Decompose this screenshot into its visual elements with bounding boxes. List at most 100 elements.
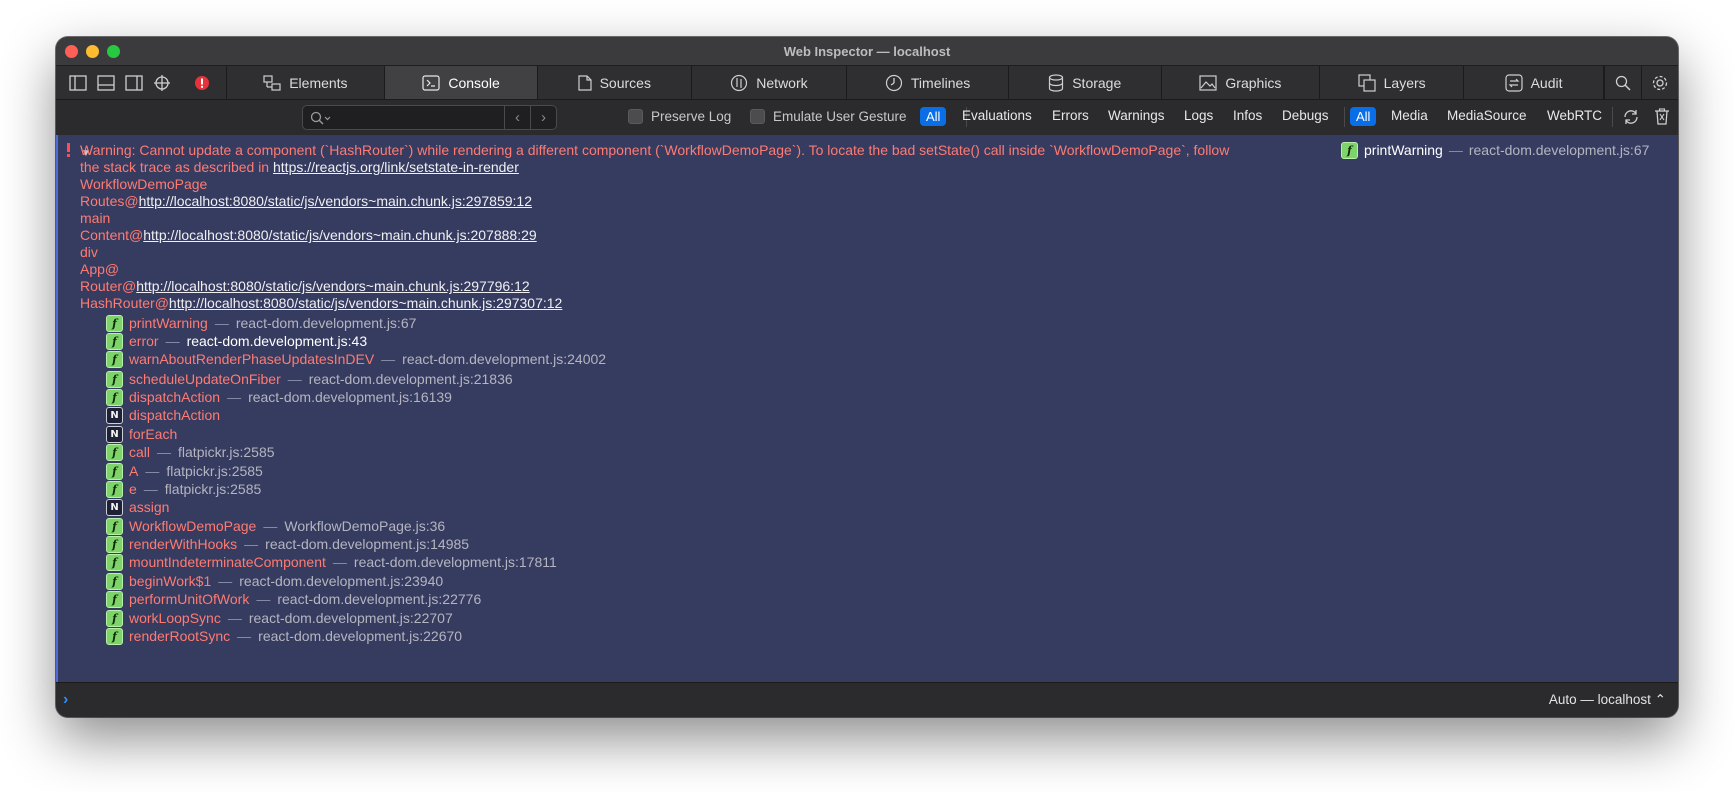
tab-graphics[interactable]: Graphics [1162,66,1321,99]
stack-frame[interactable]: f mountIndeterminateComponent — react-dom.d… [106,554,557,571]
filter-warnings[interactable]: Warnings [1108,108,1165,123]
tab-label: Layers [1383,74,1426,91]
function-icon: f [106,518,123,535]
tab-elements[interactable]: Elements [227,66,386,99]
filter-webrtc[interactable]: WebRTC [1547,108,1602,123]
window-title: Web Inspector — localhost [783,44,951,59]
previous-result-button[interactable]: ‹ [504,106,530,129]
function-icon: f [106,389,123,406]
function-icon: f [106,536,123,553]
filter-source-all[interactable]: All [1350,107,1377,126]
checkbox-box[interactable] [628,109,643,124]
filter-logs[interactable]: Logs [1184,108,1213,123]
function-icon: f [106,333,123,350]
web-inspector-window: Web Inspector — localhost Elements Conso… [56,37,1678,717]
native-code-icon: N [106,426,123,443]
stack-frame[interactable]: f warnAboutRenderPhaseUpdatesInDEV — react-… [106,351,606,368]
stack-frame[interactable]: f performUnitOfWork — react-dom.development… [106,591,481,608]
tab-storage[interactable]: Storage [1009,66,1162,99]
stack-frame[interactable]: f call — flatpickr.js:2585 [106,444,275,461]
setstate-in-render-link[interactable]: https://reactjs.org/link/setstate-in-ren… [273,159,519,175]
stack-frame[interactable]: NforEach [106,426,177,443]
filter-errors[interactable]: Errors [1052,108,1089,123]
function-icon: f [106,554,123,571]
tab-sources[interactable]: Sources [538,66,692,99]
execution-context-selector[interactable]: Auto — localhost ⌃ [1549,692,1666,708]
console-output[interactable]: ▼ Warning: Cannot update a component (`H… [56,133,1678,717]
stack-frame[interactable]: f dispatchAction — react-dom.development.js… [106,389,452,406]
native-code-icon: N [106,407,123,424]
message-source-location[interactable]: f printWarning — react-dom.development.j… [1341,142,1649,159]
crosshair-icon[interactable] [148,66,176,99]
title-bar: Web Inspector — localhost [56,37,1678,66]
tab-console[interactable]: Console [385,66,538,99]
stack-frame[interactable]: f e — flatpickr.js:2585 [106,481,261,498]
tab-layers[interactable]: Layers [1320,66,1465,99]
dock-right-icon[interactable] [120,66,148,99]
gear-icon[interactable] [1641,66,1678,99]
stack-url-link[interactable]: http://localhost:8080/static/js/vendors~… [139,193,532,209]
function-icon: f [106,463,123,480]
tab-audit[interactable]: Audit [1464,66,1604,99]
stack-frame[interactable]: f A — flatpickr.js:2585 [106,463,263,480]
next-result-button[interactable]: › [530,106,556,129]
search-icon[interactable] [1604,66,1641,99]
dock-bottom-icon[interactable] [92,66,120,99]
tab-bar: Elements Console Sources Network Timelin… [56,66,1678,100]
clear-console-icon[interactable] [1654,108,1670,129]
stack-frame[interactable]: Nassign [106,499,169,516]
stack-url-link[interactable]: http://localhost:8080/static/js/vendors~… [143,227,536,243]
tab-label: Timelines [910,74,971,91]
stack-frame[interactable]: f scheduleUpdateOnFiber — react-dom.develop… [106,371,513,388]
dock-left-icon[interactable] [64,66,92,99]
stack-frame[interactable]: f printWarning — react-dom.development.js:6… [106,315,416,332]
function-icon: f [106,371,123,388]
filter-search-input[interactable] [336,109,504,126]
tab-timelines[interactable]: Timelines [847,66,1009,99]
console-prompt[interactable]: › Auto — localhost ⌃ [56,682,1678,717]
stack-frame[interactable]: f renderWithHooks — react-dom.development.j… [106,536,469,553]
component-stack-line: Content@http://localhost:8080/static/js/… [80,227,537,243]
checkbox-label: Emulate User Gesture [773,109,907,124]
warning-text-line-2: the stack trace as described in https://… [80,159,519,176]
tab-label: Storage [1072,74,1122,91]
component-stack-line: App@ [80,261,120,277]
filter-search-field[interactable]: ‹ › [302,105,557,130]
stack-frame[interactable]: f WorkflowDemoPage — WorkflowDemoPage.js:36 [106,518,445,535]
function-icon: f [106,610,123,627]
stack-frame[interactable]: f error — react-dom.development.js:43 [106,333,367,350]
preserve-log-checkbox[interactable]: Preserve Log [628,109,731,124]
console-icon [422,74,440,91]
function-icon: f [106,481,123,498]
filter-mediasource[interactable]: MediaSource [1447,108,1527,123]
storage-icon [1049,73,1064,92]
tab-label: Console [448,74,500,91]
component-stack-line: WorkflowDemoPage [80,176,208,192]
reload-icon[interactable] [1622,108,1640,129]
tab-label: Network [756,74,808,91]
tab-network[interactable]: Network [692,66,848,99]
sources-icon [577,74,592,91]
checkbox-label: Preserve Log [651,109,732,124]
function-icon: f [106,573,123,590]
warning-message[interactable]: ▼ Warning: Cannot update a component (`H… [56,135,1678,717]
filter-level-all[interactable]: All [920,107,947,126]
filter-evaluations[interactable]: Evaluations [962,108,1032,123]
stack-frame[interactable]: NdispatchAction [106,407,220,424]
stack-frame[interactable]: f workLoopSync — react-dom.development.js:2… [106,610,453,627]
tab-label: Sources [599,74,651,91]
stack-frame[interactable]: f renderRootSync — react-dom.development.js… [106,628,462,645]
component-stack-line: HashRouter@http://localhost:8080/static/… [80,295,563,311]
filter-media[interactable]: Media [1391,108,1428,123]
filter-debugs[interactable]: Debugs [1282,108,1329,123]
elements-icon [263,74,281,91]
stack-frame[interactable]: f beginWork$1— react-dom.development.js:23… [106,573,443,590]
stack-url-link[interactable]: http://localhost:8080/static/js/vendors~… [136,278,529,294]
error-indicator-icon[interactable] [188,66,216,99]
stack-url-link[interactable]: http://localhost:8080/static/js/vendors~… [169,295,562,311]
filter-infos[interactable]: Infos [1233,108,1262,123]
checkbox-box[interactable] [750,109,765,124]
emulate-user-gesture-checkbox[interactable]: Emulate User Gesture [750,109,907,124]
component-stack-line: div [80,244,98,260]
console-filter-bar: ‹ › Preserve Log Emulate User Gesture Al… [56,100,1678,134]
